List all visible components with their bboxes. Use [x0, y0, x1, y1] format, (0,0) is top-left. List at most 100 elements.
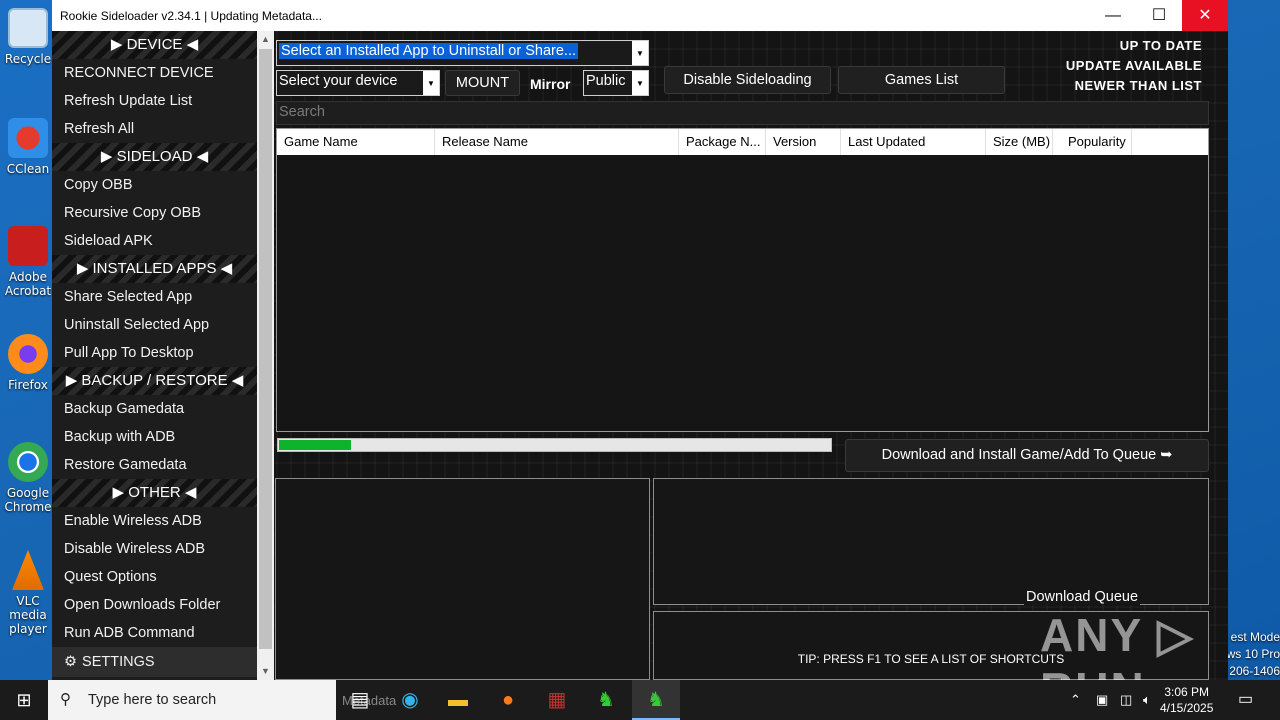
rookie-active-icon[interactable]: ♞ — [632, 680, 680, 720]
disable-wireless-adb-button[interactable]: Disable Wireless ADB — [52, 535, 257, 563]
section-header-device: ▶ DEVICE ◀ — [52, 31, 257, 59]
column-header-release-name[interactable]: Release Name — [435, 129, 679, 155]
winrar-icon[interactable]: ▦ — [533, 680, 581, 720]
download-progress-fill — [279, 440, 351, 450]
section-header-backup-restore: ▶ BACKUP / RESTORE ◀ — [52, 367, 257, 395]
taskbar-clock[interactable]: 3:06 PM 4/15/2025 — [1160, 684, 1213, 716]
scroll-down-icon[interactable]: ▼ — [257, 663, 274, 680]
clock-date: 4/15/2025 — [1160, 701, 1214, 715]
maximize-button[interactable]: ☐ — [1136, 0, 1182, 31]
quest-options-button[interactable]: Quest Options — [52, 563, 257, 591]
search-input[interactable]: Search — [276, 101, 1209, 125]
wifi-icon[interactable]: ◫ — [1120, 680, 1132, 720]
taskbar-search-placeholder: Type here to search — [88, 692, 217, 708]
mirror-label: Mirror — [530, 76, 571, 92]
chevron-down-icon[interactable]: ▼ — [423, 71, 439, 95]
windows-start-icon[interactable]: ⊞ — [0, 680, 48, 720]
sidebar-scrollbar[interactable]: ▲ ▼ — [257, 31, 274, 680]
chevron-down-icon[interactable]: ▼ — [632, 41, 648, 65]
recursive-copy-obb-button[interactable]: Recursive Copy OBB — [52, 199, 257, 227]
disable-sideloading-button[interactable]: Disable Sideloading — [664, 66, 831, 94]
games-table[interactable]: Game Name Release Name Package N... Vers… — [276, 128, 1209, 432]
column-header-version[interactable]: Version — [766, 129, 841, 155]
firefox-icon — [8, 334, 48, 374]
restore-gamedata-button[interactable]: Restore Gamedata — [52, 451, 257, 479]
download-queue-panel[interactable] — [653, 478, 1209, 605]
gear-icon: ⚙ — [64, 654, 77, 670]
mirror-select[interactable]: Public ▼ — [583, 70, 649, 96]
settings-button[interactable]: ⚙ SETTINGS — [52, 647, 257, 677]
installed-app-select-value: Select an Installed App to Uninstall or … — [279, 43, 579, 59]
backup-gamedata-button[interactable]: Backup Gamedata — [52, 395, 257, 423]
status-update-available: UPDATE AVAILABLE — [1065, 58, 1202, 73]
games-list-button[interactable]: Games List — [838, 66, 1005, 94]
search-icon: ⚲ — [60, 691, 71, 708]
section-header-other: ▶ OTHER ◀ — [52, 479, 257, 507]
recycle-bin-icon — [8, 8, 48, 48]
firefox-taskbar-icon[interactable]: ● — [484, 680, 532, 720]
mount-button[interactable]: MOUNT — [445, 70, 520, 96]
mirror-select-value: Public — [586, 73, 626, 89]
desktop-icon-recycle-bin[interactable]: Recycle — [0, 8, 56, 66]
taskbar-search-input[interactable]: ⚲ Type here to search — [48, 680, 336, 720]
desktop-icon-acrobat[interactable]: Adobe Acrobat — [0, 226, 56, 298]
column-header-last-updated[interactable]: Last Updated — [841, 129, 986, 155]
window-titlebar[interactable]: Rookie Sideloader v2.34.1 | Updating Met… — [52, 0, 1228, 31]
copy-obb-button[interactable]: Copy OBB — [52, 171, 257, 199]
main-content: ▶ DEVICE ◀ RECONNECT DEVICE Refresh Upda… — [52, 31, 1228, 680]
enable-wireless-adb-button[interactable]: Enable Wireless ADB — [52, 507, 257, 535]
vlc-icon — [12, 550, 44, 590]
column-header-package-name[interactable]: Package N... — [679, 129, 766, 155]
column-header-game-name[interactable]: Game Name — [277, 129, 435, 155]
download-queue-label: Download Queue — [1024, 589, 1141, 605]
notification-icon[interactable]: ▭ — [1238, 680, 1253, 720]
pull-app-to-desktop-button[interactable]: Pull App To Desktop — [52, 339, 257, 367]
settings-label: SETTINGS — [82, 654, 155, 670]
section-header-sideload: ▶ SIDELOAD ◀ — [52, 143, 257, 171]
status-legend: UP TO DATE UPDATE AVAILABLE NEWER THAN L… — [1066, 36, 1202, 96]
device-select-value: Select your device — [279, 73, 398, 89]
share-selected-app-button[interactable]: Share Selected App — [52, 283, 257, 311]
notes-panel-left — [275, 478, 650, 680]
rookie-icon[interactable]: ♞ — [582, 680, 630, 720]
refresh-all-button[interactable]: Refresh All — [52, 115, 257, 143]
sideload-apk-button[interactable]: Sideload APK — [52, 227, 257, 255]
chevron-down-icon[interactable]: ▼ — [632, 71, 648, 95]
ccleaner-icon — [8, 118, 48, 158]
desktop-icon-ccleaner[interactable]: CClean — [0, 118, 56, 176]
column-header-size[interactable]: Size (MB) — [986, 129, 1053, 155]
taskbar: ⊞ ⚲ Type here to search Metadata ▤ ◉ ▬ ●… — [0, 680, 1280, 720]
acrobat-icon — [8, 226, 48, 266]
desktop-icon-vlc[interactable]: VLC media player — [0, 550, 56, 636]
installed-app-select[interactable]: Select an Installed App to Uninstall or … — [276, 40, 649, 66]
minimize-button[interactable]: — — [1090, 0, 1136, 31]
download-progress-bar — [277, 438, 832, 452]
network-icon[interactable]: ▣ — [1096, 680, 1108, 720]
desktop-icon-firefox[interactable]: Firefox — [0, 334, 56, 392]
run-adb-command-button[interactable]: Run ADB Command — [52, 619, 257, 647]
clock-time: 3:06 PM — [1164, 685, 1210, 699]
sidebar: ▶ DEVICE ◀ RECONNECT DEVICE Refresh Upda… — [52, 31, 257, 680]
edge-icon[interactable]: ◉ — [386, 680, 434, 720]
reconnect-device-button[interactable]: RECONNECT DEVICE — [52, 59, 257, 87]
task-view-icon[interactable]: ▤ — [336, 680, 384, 720]
scroll-up-icon[interactable]: ▲ — [257, 31, 274, 48]
file-explorer-icon[interactable]: ▬ — [434, 680, 482, 720]
download-install-button[interactable]: Download and Install Game/Add To Queue ➥ — [845, 439, 1209, 472]
device-select[interactable]: Select your device ▼ — [276, 70, 440, 96]
chrome-icon — [8, 442, 48, 482]
uninstall-selected-app-button[interactable]: Uninstall Selected App — [52, 311, 257, 339]
chevron-up-icon[interactable]: ⌃ — [1070, 680, 1081, 720]
backup-with-adb-button[interactable]: Backup with ADB — [52, 423, 257, 451]
volume-icon[interactable]: 🔈︎ — [1143, 680, 1151, 720]
status-up-to-date: UP TO DATE — [1119, 38, 1202, 53]
refresh-update-list-button[interactable]: Refresh Update List — [52, 87, 257, 115]
desktop-icon-chrome[interactable]: Google Chrome — [0, 442, 56, 514]
close-button[interactable]: ✕ — [1182, 0, 1228, 31]
status-newer-than-list: NEWER THAN LIST — [1074, 78, 1202, 93]
column-header-popularity[interactable]: Popularity — [1053, 129, 1132, 155]
scrollbar-thumb[interactable] — [259, 49, 272, 649]
section-header-installed-apps: ▶ INSTALLED APPS ◀ — [52, 255, 257, 283]
open-downloads-folder-button[interactable]: Open Downloads Folder — [52, 591, 257, 619]
table-header: Game Name Release Name Package N... Vers… — [277, 129, 1208, 155]
